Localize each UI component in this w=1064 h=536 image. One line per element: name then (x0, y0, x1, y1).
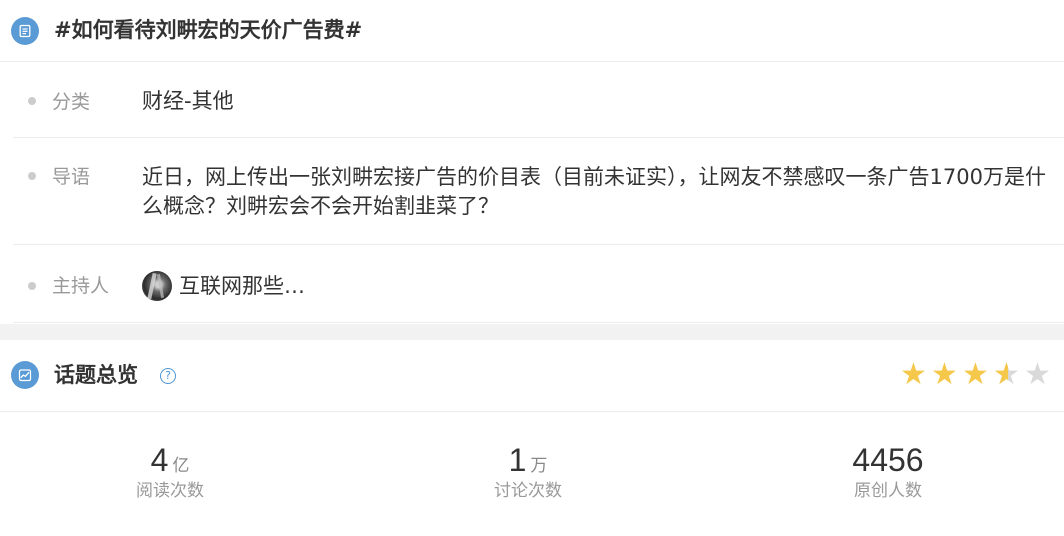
topic-title: #如何看待刘畊宏的天价广告费# (54, 18, 363, 42)
host-label: 主持人 (52, 275, 110, 297)
intro-label: 导语 (52, 166, 91, 188)
discussion-count-unit: 万 (530, 456, 548, 476)
topic-header: #如何看待刘畊宏的天价广告费# (0, 0, 1064, 62)
original-user-stat: 4456 原创人数 (778, 441, 998, 502)
document-list-icon (11, 17, 39, 45)
bullet-dot (28, 172, 36, 180)
category-row: 分类 财经-其他 (13, 63, 1064, 138)
discussion-count-number: 1 (508, 442, 527, 478)
read-count-number: 4 (150, 442, 169, 478)
star-empty-icon: ★ (1024, 357, 1051, 392)
bullet-dot (28, 282, 36, 290)
discussion-count-stat: 1万 讨论次数 (418, 441, 638, 502)
bullet-dot (28, 97, 36, 105)
read-count-label: 阅读次数 (136, 481, 204, 501)
category-value: 财经-其他 (142, 89, 234, 113)
star-filled-icon: ★ (962, 357, 989, 392)
star-filled-icon: ★ (931, 357, 958, 392)
rating-stars: ★ ★ ★ ★ ★ (900, 357, 1054, 392)
host-avatar[interactable] (142, 271, 172, 301)
category-label: 分类 (52, 91, 91, 113)
overview-stats: 4亿 阅读次数 1万 讨论次数 4456 原创人数 (0, 413, 1064, 536)
trend-chart-icon (11, 361, 39, 389)
read-count-stat: 4亿 阅读次数 (60, 441, 280, 502)
intro-text: 近日，网上传出一张刘畊宏接广告的价目表（目前未证实），让网友不禁感叹一条广告17… (142, 165, 1046, 218)
original-user-number: 4456 (852, 442, 924, 478)
overview-title: 话题总览 (54, 363, 138, 387)
overview-header: 话题总览 ? ★ ★ ★ ★ ★ (0, 340, 1064, 412)
topic-detail-card: #如何看待刘畊宏的天价广告费# 分类 财经-其他 导语 近日，网上传出一张刘畊宏… (0, 0, 1064, 324)
original-user-label: 原创人数 (854, 481, 922, 501)
question-icon[interactable]: ? (160, 368, 176, 384)
host-name-link[interactable]: 互联网那些… (179, 271, 305, 301)
discussion-count-label: 讨论次数 (494, 481, 562, 501)
section-divider (0, 324, 1064, 340)
intro-row: 导语 近日，网上传出一张刘畊宏接广告的价目表（目前未证实），让网友不禁感叹一条广… (13, 138, 1064, 245)
star-half-icon: ★ (993, 360, 1023, 391)
read-count-unit: 亿 (172, 456, 190, 476)
topic-overview-card: 话题总览 ? ★ ★ ★ ★ ★ 4亿 阅读次数 1万 讨论次数 4456 原创… (0, 340, 1064, 536)
star-filled-icon: ★ (900, 357, 927, 392)
host-row: 主持人 互联网那些… (13, 245, 1064, 323)
